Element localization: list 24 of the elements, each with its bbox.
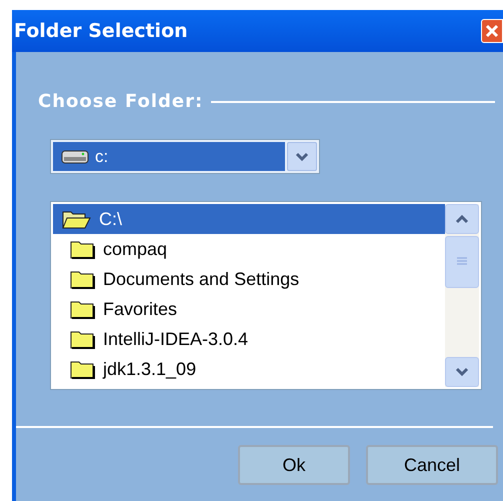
ok-button[interactable]: Ok (238, 445, 350, 485)
chevron-up-icon (455, 214, 469, 224)
folder-item[interactable]: IntelliJ-IDEA-3.0.4 (53, 324, 445, 354)
close-button[interactable] (481, 19, 503, 43)
scroll-up-button[interactable] (445, 204, 479, 234)
folder-item[interactable]: jdk1.3.1_09 (53, 354, 445, 384)
chevron-down-icon (455, 367, 469, 377)
scrollbar[interactable] (445, 204, 479, 387)
window-title: Folder Selection (14, 18, 188, 44)
close-icon (485, 24, 499, 38)
folder-item[interactable]: Documents and Settings (53, 264, 445, 294)
scroll-down-button[interactable] (445, 357, 479, 387)
dropdown-button[interactable] (287, 142, 317, 171)
drive-dropdown[interactable]: c: (50, 139, 320, 174)
folder-item[interactable]: Favorites (53, 294, 445, 324)
grip-icon (456, 257, 468, 267)
cancel-button[interactable]: Cancel (366, 445, 498, 485)
drive-icon (61, 148, 89, 164)
group-label: Choose Folder: (38, 90, 204, 114)
folder-item[interactable]: compaq (53, 234, 445, 264)
chevron-down-icon (295, 152, 309, 162)
folder-item[interactable]: C:\ (53, 204, 445, 234)
scroll-thumb[interactable] (445, 236, 479, 288)
drive-value: c: (95, 146, 108, 168)
